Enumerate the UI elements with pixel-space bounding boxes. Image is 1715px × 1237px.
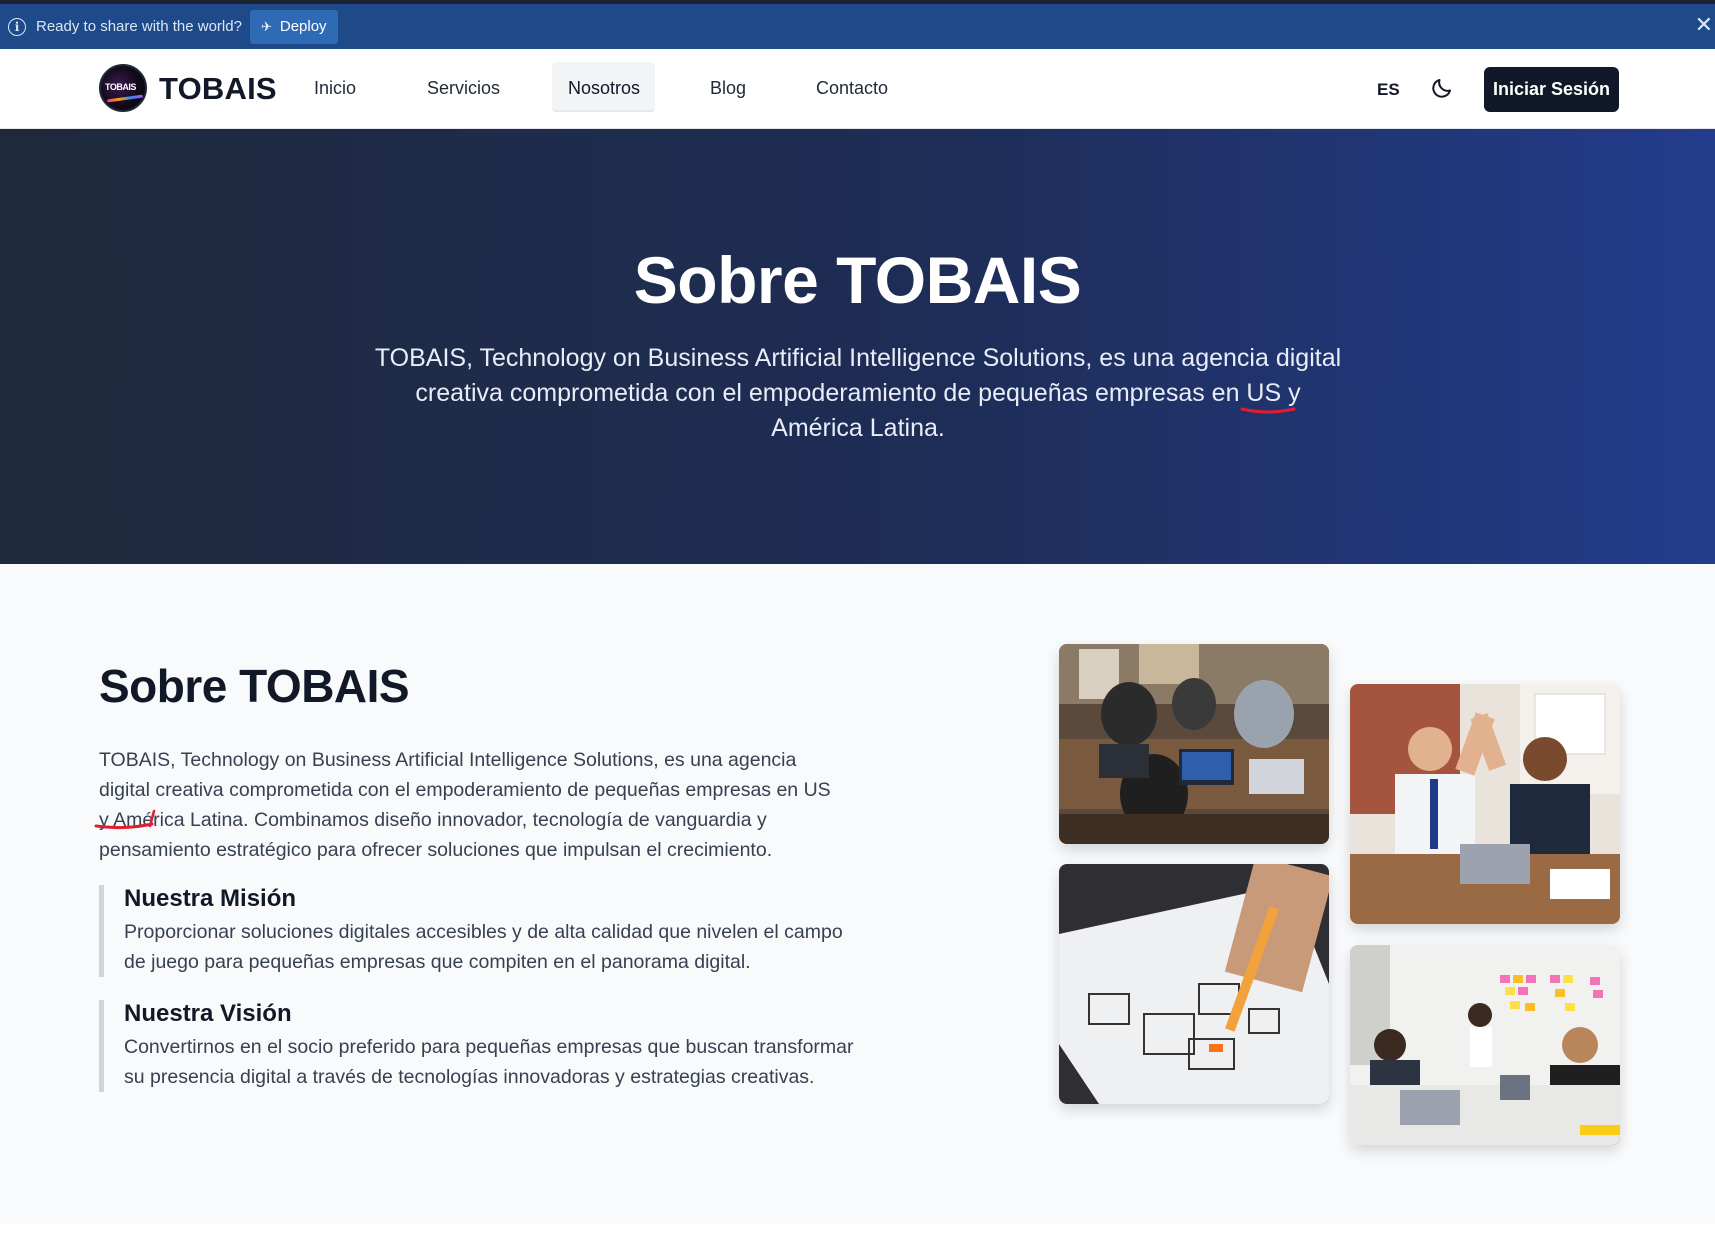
nav-link-blog[interactable]: Blog	[710, 78, 746, 99]
sketch-wireframe-photo	[1059, 864, 1329, 1104]
info-icon: i	[8, 17, 26, 36]
mission-title: Nuestra Misión	[124, 885, 297, 912]
annotation-pen-mark	[94, 809, 156, 830]
banner-text: Ready to share with the world?	[36, 18, 242, 35]
deploy-label: Deploy	[279, 18, 327, 35]
hero-title: Sobre TOBAIS	[633, 243, 1082, 317]
rocket-icon: ✈	[260, 18, 272, 34]
hero-section: Sobre TOBAIS TOBAIS, Technology on Busin…	[0, 129, 1715, 564]
team-laptops-photo	[1059, 644, 1329, 844]
language-selector[interactable]: ES	[1377, 80, 1400, 100]
mission-block: Nuestra Misión Proporcionar soluciones d…	[99, 885, 864, 977]
nav-link-nosotros[interactable]: Nosotros	[568, 78, 640, 99]
annotation-underline	[1240, 407, 1296, 414]
vision-text: Convertirnos en el socio preferido para …	[124, 1036, 854, 1088]
brand-name[interactable]: TOBAIS	[159, 71, 277, 107]
vision-title: Nuestra Visión	[124, 1000, 292, 1027]
close-icon[interactable]: ✕	[1695, 14, 1713, 36]
nav-link-inicio[interactable]: Inicio	[314, 78, 356, 99]
logo[interactable]: TOBAIS	[99, 64, 147, 112]
deploy-banner: i Ready to share with the world? ✈ Deplo…	[0, 0, 1715, 49]
about-title: Sobre TOBAIS	[99, 660, 410, 712]
page-bottom-edge	[0, 1224, 1715, 1237]
about-section: Sobre TOBAIS TOBAIS, Technology on Busin…	[0, 564, 1715, 1224]
high-five-photo	[1350, 684, 1620, 924]
moon-icon[interactable]	[1430, 76, 1454, 100]
vision-block: Nuestra Visión Convertirnos en el socio …	[99, 1000, 864, 1092]
nav-link-contacto[interactable]: Contacto	[816, 78, 888, 99]
nav-link-servicios[interactable]: Servicios	[427, 78, 500, 99]
about-text: TOBAIS, Technology on Business Artificia…	[99, 749, 831, 861]
login-button[interactable]: Iniciar Sesión	[1484, 67, 1619, 112]
mission-text: Proporcionar soluciones digitales accesi…	[124, 921, 843, 973]
top-navigation: TOBAIS TOBAIS Inicio Servicios Nosotros …	[0, 49, 1715, 129]
meeting-sticky-notes-photo	[1350, 945, 1620, 1145]
deploy-button[interactable]: ✈ Deploy	[249, 9, 338, 44]
hero-subtitle: TOBAIS, Technology on Business Artificia…	[374, 344, 1342, 442]
